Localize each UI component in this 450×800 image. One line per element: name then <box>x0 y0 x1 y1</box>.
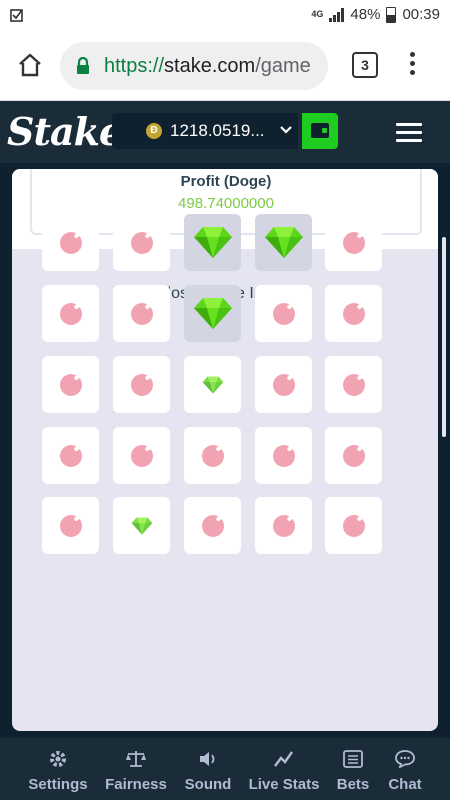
bomb-icon <box>273 515 295 537</box>
nav-chat[interactable]: Chat <box>384 738 426 800</box>
speaker-icon <box>180 750 236 768</box>
gem-icon <box>202 376 224 394</box>
battery-percent: 48% <box>350 6 381 23</box>
scales-icon <box>100 750 172 768</box>
more-options-icon[interactable] <box>410 52 416 78</box>
url-host: stake.com <box>164 55 256 77</box>
mine-tile[interactable] <box>113 497 170 554</box>
mine-tile[interactable] <box>42 214 99 271</box>
mine-tile[interactable] <box>184 285 241 342</box>
wallet-button[interactable] <box>302 113 338 149</box>
bomb-icon <box>60 445 82 467</box>
doge-coin-icon: Ð <box>146 123 162 139</box>
mine-tile[interactable] <box>42 285 99 342</box>
mine-tile[interactable] <box>184 356 241 413</box>
mine-tile[interactable] <box>42 427 99 484</box>
profit-value: 498.74000000 <box>178 195 274 212</box>
gem-icon <box>193 297 233 330</box>
nav-chat-label: Chat <box>388 776 422 793</box>
scrollbar[interactable] <box>442 237 446 437</box>
bomb-icon <box>131 374 153 396</box>
nav-sound[interactable]: Sound <box>180 738 236 800</box>
nav-sound-label: Sound <box>184 776 232 793</box>
battery-icon <box>386 6 397 23</box>
bomb-icon <box>343 303 365 325</box>
bomb-icon <box>131 303 153 325</box>
mine-tile[interactable] <box>255 497 312 554</box>
profit-label: Profit (Doge) <box>180 173 272 190</box>
bomb-icon <box>202 445 224 467</box>
nav-live-stats[interactable]: Live Stats <box>244 738 324 800</box>
nav-bets[interactable]: Bets <box>332 738 374 800</box>
balance-selector[interactable]: Ð 1218.0519... <box>112 113 298 149</box>
home-icon[interactable] <box>17 52 43 78</box>
game-panel: Profit (Doge) 498.74000000 Close Game In… <box>12 169 438 731</box>
mine-tile[interactable] <box>255 285 312 342</box>
gear-icon <box>20 750 96 768</box>
mine-tile[interactable] <box>325 497 382 554</box>
bottom-nav: Settings Fairness Sound Live Stats Bets … <box>0 738 450 800</box>
address-bar[interactable]: https://stake.com/game <box>60 42 328 90</box>
mine-tile[interactable] <box>184 427 241 484</box>
gem-icon <box>131 517 153 535</box>
wallet-icon <box>311 123 329 138</box>
chevron-down-icon <box>280 124 292 138</box>
bomb-icon <box>60 374 82 396</box>
network-type: 4G <box>311 9 324 19</box>
hamburger-menu-icon[interactable] <box>396 123 422 147</box>
nav-live-stats-label: Live Stats <box>248 776 320 793</box>
url-scheme: https:// <box>104 55 165 77</box>
bomb-icon <box>60 303 82 325</box>
gem-icon <box>264 226 304 259</box>
mine-tile[interactable] <box>325 427 382 484</box>
bomb-icon <box>343 374 365 396</box>
stake-logo[interactable]: Stake <box>7 109 123 154</box>
mine-tile[interactable] <box>325 214 382 271</box>
site-header: Stake Ð 1218.0519... <box>0 101 450 163</box>
notification-checkbox-icon <box>10 7 24 27</box>
nav-bets-label: Bets <box>336 776 370 793</box>
tab-switcher-button[interactable]: 3 <box>352 52 378 78</box>
mine-tile[interactable] <box>113 285 170 342</box>
nav-fairness-label: Fairness <box>105 776 167 793</box>
mine-tile[interactable] <box>325 285 382 342</box>
browser-toolbar: https://stake.com/game 3 <box>0 32 450 101</box>
mine-tile[interactable] <box>113 356 170 413</box>
mine-tile[interactable] <box>184 497 241 554</box>
url-text: https://stake.com/game <box>104 55 311 78</box>
balance-amount: 1218.0519... <box>170 121 265 140</box>
mine-tile[interactable] <box>255 214 312 271</box>
bomb-icon <box>273 303 295 325</box>
mine-tile[interactable] <box>113 214 170 271</box>
mine-tile[interactable] <box>325 356 382 413</box>
bomb-icon <box>343 515 365 537</box>
bomb-icon <box>202 515 224 537</box>
bomb-icon <box>273 374 295 396</box>
list-icon <box>332 750 374 768</box>
mine-tile[interactable] <box>113 427 170 484</box>
nav-settings[interactable]: Settings <box>20 738 96 800</box>
status-bar: 4G 48% 00:39 <box>0 0 450 32</box>
mine-tile[interactable] <box>255 356 312 413</box>
gem-icon <box>193 226 233 259</box>
bomb-icon <box>343 232 365 254</box>
bomb-icon <box>343 445 365 467</box>
bomb-icon <box>131 232 153 254</box>
bomb-icon <box>273 445 295 467</box>
stats-icon <box>244 750 324 768</box>
mine-tile[interactable] <box>42 356 99 413</box>
chat-icon <box>384 750 426 769</box>
lock-icon <box>76 56 90 80</box>
mine-tile[interactable] <box>255 427 312 484</box>
url-path: /game <box>255 55 311 77</box>
mine-tile[interactable] <box>42 497 99 554</box>
mine-tile[interactable] <box>184 214 241 271</box>
nav-fairness[interactable]: Fairness <box>100 738 172 800</box>
signal-icon <box>329 7 345 22</box>
bomb-icon <box>60 515 82 537</box>
bomb-icon <box>131 445 153 467</box>
bomb-icon <box>60 232 82 254</box>
clock: 00:39 <box>402 6 440 23</box>
nav-settings-label: Settings <box>28 776 88 793</box>
